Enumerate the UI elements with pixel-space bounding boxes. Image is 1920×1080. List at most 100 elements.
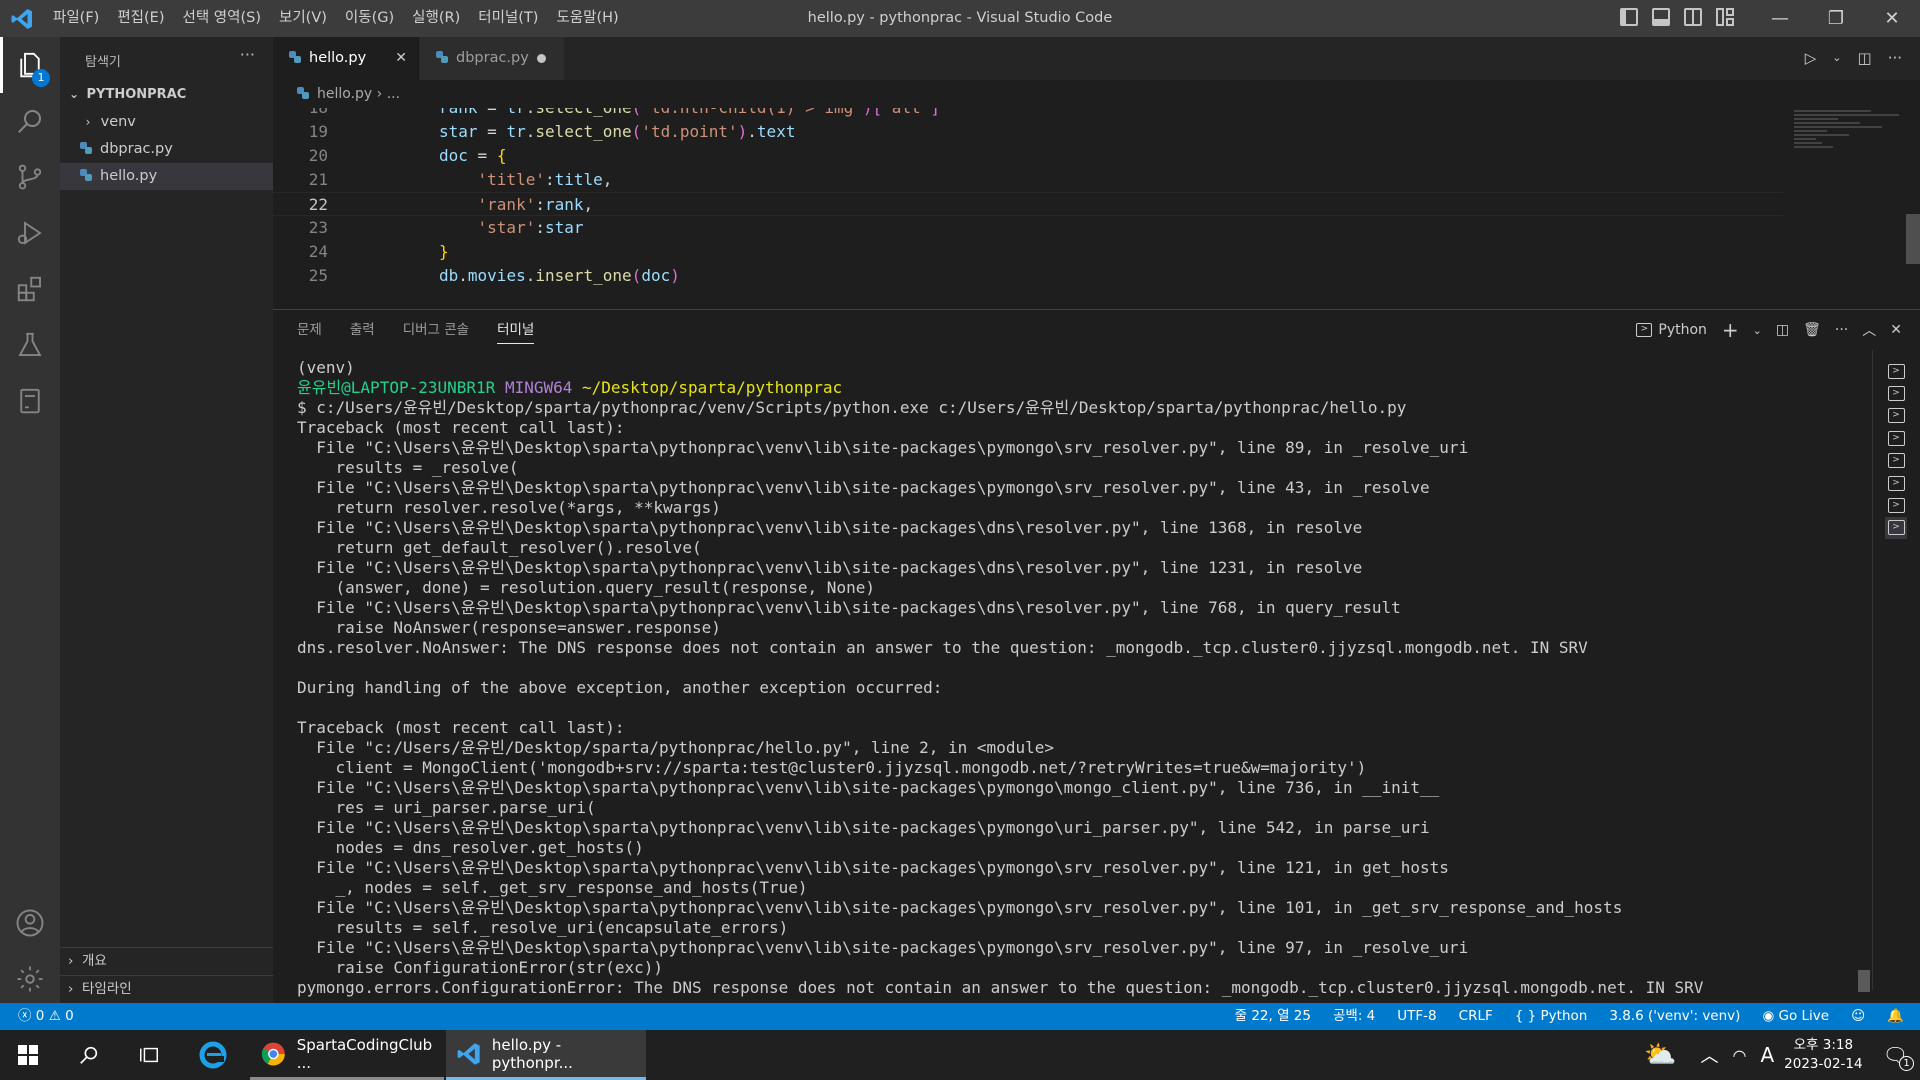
minimap[interactable] xyxy=(1794,108,1904,188)
toggle-secondary-sidebar-icon[interactable] xyxy=(1684,8,1702,26)
problems-status[interactable]: ⓧ 0 ⚠ 0 xyxy=(18,1003,74,1030)
notifications-bell-icon[interactable]: 🔔 xyxy=(1887,1003,1904,1030)
source-control-button[interactable] xyxy=(0,149,60,205)
explorer-button[interactable]: 1 xyxy=(0,37,60,93)
extensions-button[interactable] xyxy=(0,261,60,317)
terminal-instance-item[interactable]: > xyxy=(1885,516,1907,539)
end-of-line[interactable]: CRLF xyxy=(1459,1003,1493,1030)
taskbar-app-chrome[interactable]: SpartaCodingClub ... xyxy=(250,1030,444,1080)
trash-icon[interactable]: 🗑 xyxy=(1803,322,1821,338)
show-hidden-icons-icon[interactable]: ︿ xyxy=(1700,1042,1718,1068)
terminal-instance-item[interactable]: > xyxy=(1885,360,1907,382)
language-mode[interactable]: { } Python xyxy=(1515,1003,1588,1030)
wifi-icon[interactable]: ◠ xyxy=(1732,1046,1746,1065)
taskbar-app-vscode[interactable]: hello.py - pythonpr... xyxy=(446,1030,646,1080)
tree-item-hello[interactable]: hello.py xyxy=(60,163,273,190)
tab-terminal[interactable]: 터미널 xyxy=(497,310,535,350)
minimize-icon[interactable]: — xyxy=(1752,0,1808,37)
tab-label: hello.py xyxy=(309,50,367,66)
tree-item-venv[interactable]: › venv xyxy=(60,109,273,136)
menu-view[interactable]: 보기(V) xyxy=(270,0,336,37)
ime-indicator[interactable]: A xyxy=(1760,1043,1774,1067)
terminal-line: File "C:\Users\윤유빈\Desktop\sparta\python… xyxy=(297,898,1623,917)
split-terminal-icon[interactable]: ◫ xyxy=(1776,322,1789,338)
terminal-instance-list: > > > > > > > > xyxy=(1872,350,1920,990)
task-view-icon xyxy=(140,1047,158,1063)
python-interpreter[interactable]: 3.8.6 ('venv': venv) xyxy=(1609,1003,1740,1030)
tree-item-dbprac[interactable]: dbprac.py xyxy=(60,136,273,163)
terminal-output[interactable]: (venv) 윤유빈@LAPTOP-23UNBR1R MINGW64 ~/Des… xyxy=(297,358,1845,998)
terminal-name-button[interactable]: > Python xyxy=(1635,321,1708,339)
outline-section[interactable]: › 개요 xyxy=(60,947,273,974)
split-editor-icon[interactable]: ◫ xyxy=(1858,49,1872,67)
terminal-instance-item[interactable]: > xyxy=(1885,472,1907,494)
tab-dbprac-py[interactable]: dbprac.py xyxy=(420,37,564,80)
scrollbar-thumb[interactable] xyxy=(1906,214,1920,264)
code-editor[interactable]: 18 rank = tr.select_one('td:nth-child(1) … xyxy=(273,108,1920,309)
terminal-scrollbar[interactable] xyxy=(1858,970,1870,992)
close-tab-icon[interactable]: ✕ xyxy=(395,37,407,80)
breadcrumb-symbol[interactable]: ... xyxy=(387,86,400,102)
new-terminal-icon[interactable]: + xyxy=(1722,318,1739,342)
encoding[interactable]: UTF-8 xyxy=(1397,1003,1436,1030)
maximize-panel-icon[interactable]: ︿ xyxy=(1862,320,1876,340)
more-actions-icon[interactable]: ··· xyxy=(1835,322,1848,338)
error-icon: ⓧ xyxy=(18,1008,32,1024)
terminal-instance-item[interactable]: > xyxy=(1885,405,1907,427)
menu-selection[interactable]: 선택 영역(S) xyxy=(174,0,271,37)
vscode-logo-icon[interactable] xyxy=(9,7,35,31)
breadcrumb-file[interactable]: hello.py xyxy=(317,86,372,102)
edge-legacy-button[interactable] xyxy=(186,1030,240,1080)
manage-button[interactable] xyxy=(0,951,60,1007)
explorer-sidebar: 탐색기 ··· ⌄ PYTHONPRAC › venv dbprac.py he… xyxy=(60,37,273,1003)
taskbar-search-button[interactable] xyxy=(62,1030,116,1080)
code-line: 23 'star':star xyxy=(273,216,1783,240)
go-live-button[interactable]: ◉ Go Live xyxy=(1762,1003,1829,1030)
toggle-primary-sidebar-icon[interactable] xyxy=(1620,8,1638,26)
sidebar-more-button[interactable]: ··· xyxy=(240,45,255,64)
search-button[interactable] xyxy=(0,93,60,149)
menu-file[interactable]: 파일(F) xyxy=(44,0,108,37)
run-debug-button[interactable] xyxy=(0,205,60,261)
chevron-down-icon[interactable]: ⌄ xyxy=(1753,324,1762,337)
tab-output[interactable]: 출력 xyxy=(350,310,375,350)
task-view-button[interactable] xyxy=(122,1030,176,1080)
workspace-folder[interactable]: ⌄ PYTHONPRAC xyxy=(60,81,273,108)
restore-icon[interactable]: ❐ xyxy=(1808,0,1864,37)
terminal-instance-item[interactable]: > xyxy=(1885,427,1907,449)
cursor-position[interactable]: 줄 22, 열 25 xyxy=(1235,1003,1311,1030)
tab-debug-console[interactable]: 디버그 콘솔 xyxy=(403,310,469,350)
accounts-button[interactable] xyxy=(0,895,60,951)
start-button[interactable] xyxy=(0,1030,56,1080)
customize-layout-icon[interactable] xyxy=(1716,8,1734,26)
testing-button[interactable] xyxy=(0,317,60,373)
menu-terminal[interactable]: 터미널(T) xyxy=(469,0,547,37)
editor-scrollbar[interactable] xyxy=(1906,108,1920,309)
tab-problems[interactable]: 문제 xyxy=(297,310,322,350)
unsaved-dot-icon[interactable] xyxy=(537,54,546,63)
run-file-icon[interactable]: ▷ xyxy=(1805,49,1817,67)
menu-edit[interactable]: 편집(E) xyxy=(108,0,173,37)
more-actions-icon[interactable]: ··· xyxy=(1888,49,1902,67)
close-panel-icon[interactable]: ✕ xyxy=(1890,322,1902,338)
indentation[interactable]: 공백: 4 xyxy=(1333,1003,1375,1030)
remote-explorer-button[interactable] xyxy=(0,373,60,429)
close-window-icon[interactable]: ✕ xyxy=(1864,0,1920,37)
clock[interactable]: 오후 3:18 2023-02-14 xyxy=(1784,1036,1862,1074)
terminal-instance-item[interactable]: > xyxy=(1885,494,1907,516)
toggle-panel-icon[interactable] xyxy=(1652,8,1670,26)
menu-run[interactable]: 실행(R) xyxy=(403,0,469,37)
timeline-section[interactable]: › 타임라인 xyxy=(60,975,273,1002)
feedback-icon[interactable]: ☺ xyxy=(1851,1003,1865,1030)
terminal-line: res = uri_parser.parse_uri( xyxy=(297,798,596,817)
menu-help[interactable]: 도움말(H) xyxy=(547,0,627,37)
menu-go[interactable]: 이동(G) xyxy=(336,0,403,37)
terminal-instance-item[interactable]: > xyxy=(1885,450,1907,472)
tab-hello-py[interactable]: hello.py ✕ xyxy=(273,37,419,80)
chevron-down-icon[interactable]: ⌄ xyxy=(1832,49,1841,67)
notification-center-icon[interactable]: 🗨 1 xyxy=(1883,1043,1914,1071)
panel-tabs: 문제 출력 디버그 콘솔 터미널 xyxy=(273,310,562,350)
terminal-instance-item[interactable]: > xyxy=(1885,382,1907,404)
taskbar-app-label: hello.py - pythonpr... xyxy=(491,1035,573,1072)
weather-icon[interactable]: ⛅ xyxy=(1644,1040,1676,1070)
